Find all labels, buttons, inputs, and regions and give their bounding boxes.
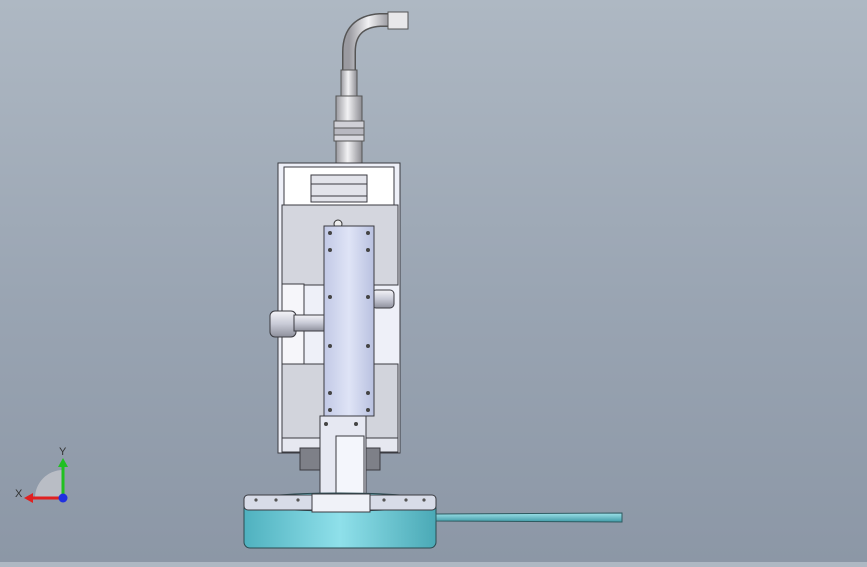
y-axis-label: Y (59, 446, 67, 458)
signal-rod[interactable] (435, 512, 623, 523)
front-mounting-plate[interactable] (323, 225, 375, 417)
adjustment-knob-right[interactable] (371, 289, 395, 309)
x-axis-label: X (15, 488, 23, 500)
z-axis-dot (58, 493, 68, 503)
y-axis-arrow (58, 458, 68, 467)
axis-triad: Y X (15, 446, 68, 503)
cable-strain-relief (340, 69, 358, 99)
cad-3d-viewport[interactable]: Y X (0, 0, 867, 562)
triad-plane-quadrant (35, 470, 63, 498)
cable-end-cap (387, 11, 409, 30)
cable-assembly[interactable] (333, 11, 409, 174)
x-axis-arrow (24, 493, 33, 503)
base-puck[interactable] (243, 492, 437, 549)
connector-clamp (310, 174, 368, 203)
connector-nut (335, 95, 363, 122)
